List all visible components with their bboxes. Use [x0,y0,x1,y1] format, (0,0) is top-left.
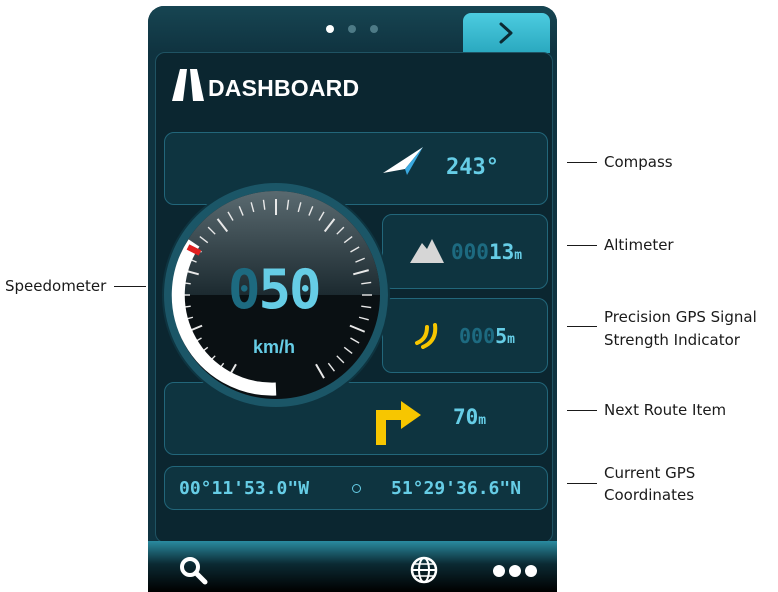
longitude-value: 00°11'53.0"W [179,478,310,499]
device-frame: DASHBOARD 243° 00013m 0005m 70m 050 km/h… [148,6,557,592]
next-route-unit: m [478,413,487,428]
altimeter-panel[interactable]: 00013m [382,214,548,289]
globe-icon[interactable] [409,555,439,585]
gps-signal-value-bright: 5 [495,324,508,348]
pager-dot-3[interactable] [370,25,378,33]
dashboard-screen: DASHBOARD 243° 00013m 0005m 70m 050 km/h… [155,52,553,543]
gps-coordinates-panel[interactable]: 00°11'53.0"W 51°29'36.6"N [164,466,548,510]
next-route-callout: Next Route Item [604,401,727,419]
next-route-distance: 70 [453,405,479,429]
latitude-value: 51°29'36.6"N [391,478,522,499]
pager-dot-2[interactable] [348,25,356,33]
speed-value-bright: 50 [258,258,322,321]
compass-arrow-icon [383,147,423,175]
next-page-button[interactable] [463,13,550,53]
next-route-value: 70m [453,405,486,429]
chevron-right-icon [499,22,513,44]
gps-signal-callout-line1: Precision GPS Signal [604,308,757,326]
coords-callout-line2: Coordinates [604,486,695,504]
gps-signal-callout-line [567,326,597,327]
more-icon[interactable] [492,564,538,578]
gps-signal-callout-line2: Strength Indicator [604,331,740,349]
altimeter-value: 00013m [451,240,522,264]
speedometer-callout-line [114,286,146,287]
mountain-icon [410,239,444,263]
signal-waves-icon [415,323,438,349]
bottom-bar [148,541,557,592]
coord-separator-icon [352,484,361,493]
coords-callout-line1: Current GPS [604,464,696,482]
gps-signal-unit: m [507,332,515,347]
gps-signal-panel[interactable]: 0005m [382,298,548,373]
compass-value: 243° [446,155,499,180]
altimeter-callout-line [567,245,597,246]
gps-signal-value-dim: 000 [459,324,496,348]
speed-value: 050 [228,258,322,321]
speed-value-dim: 0 [228,258,260,321]
altimeter-value-dim: 000 [451,240,489,264]
page-title: DASHBOARD [208,75,360,101]
compass-callout-line [567,162,597,163]
search-icon[interactable] [178,555,208,585]
speed-unit: km/h [253,337,296,357]
altimeter-unit: m [514,248,523,263]
speedometer-callout: Speedometer [5,277,107,295]
pager-dot-1[interactable] [326,25,334,33]
gps-signal-value: 0005m [459,324,515,348]
next-route-callout-line [567,410,597,411]
altimeter-callout: Altimeter [604,236,674,254]
compass-callout: Compass [604,153,673,171]
coords-callout-line [567,483,597,484]
road-logo-icon [172,69,204,101]
altimeter-value-bright: 13 [488,240,515,264]
